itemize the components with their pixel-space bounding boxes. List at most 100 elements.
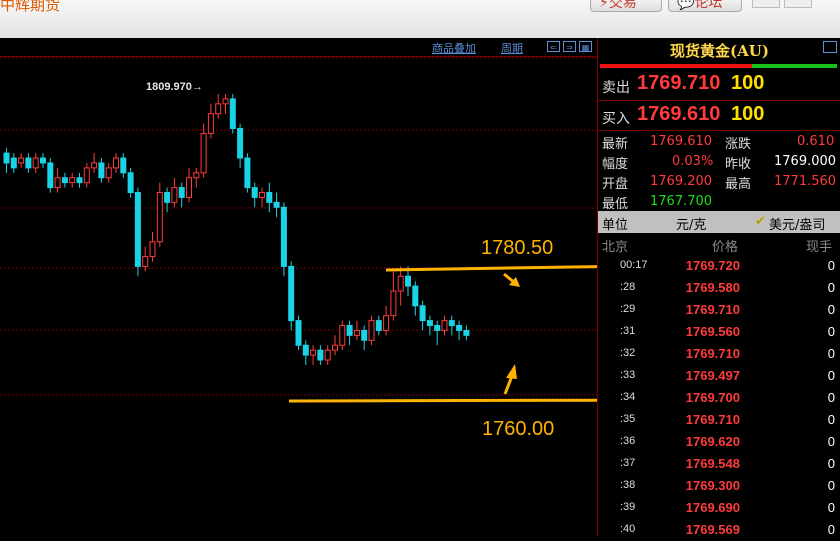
tick-row[interactable]: :33 1769.497 0: [598, 365, 840, 387]
candle-body: [142, 256, 149, 267]
app-title: 中辉期货: [0, 0, 61, 14]
lower-level-label: 1760.00: [482, 418, 554, 440]
tick-volume: 0: [827, 522, 835, 537]
tick-price: 1769.300: [685, 478, 740, 493]
tick-volume: 0: [827, 478, 835, 493]
app-topbar: 中辉期货 ⚡交易 💬论坛: [0, 0, 840, 39]
small-arrow-up: [503, 375, 514, 395]
candle-body: [302, 344, 309, 356]
tick-row[interactable]: :39 1769.690 0: [598, 497, 840, 519]
tick-price: 1769.580: [685, 280, 740, 295]
tick-time: :34: [620, 391, 636, 403]
unit-selector[interactable]: 单位 元/克 ✔ 美元/盎司: [598, 211, 840, 233]
candle-body: [375, 320, 382, 331]
candle-body: [76, 177, 83, 184]
candle-body: [448, 320, 455, 327]
check-icon[interactable]: ✔: [755, 214, 766, 229]
minimize-button[interactable]: [752, 0, 780, 8]
tick-price: 1769.700: [685, 390, 740, 405]
forum-button[interactable]: 💬论坛: [668, 0, 742, 12]
candle-body: [113, 157, 119, 169]
tick-row[interactable]: :40 1769.569 0: [598, 519, 840, 541]
scroll-left-icon[interactable]: ⇐: [547, 41, 560, 52]
candle-body: [61, 177, 68, 184]
overlay-link[interactable]: 商品叠加: [432, 40, 476, 56]
candle-body: [368, 320, 375, 341]
candle-body: [91, 162, 98, 169]
sell-quote[interactable]: 卖出 1769.710 100: [598, 71, 840, 99]
candle-body: [280, 206, 287, 267]
tick-volume: 0: [827, 346, 835, 361]
candle-body: [10, 157, 17, 169]
tick-row[interactable]: :36 1769.620 0: [598, 431, 840, 453]
tick-row[interactable]: :35 1769.710 0: [598, 409, 840, 431]
sell-price: 1769.710: [637, 72, 721, 94]
tick-row[interactable]: :28 1769.580 0: [598, 277, 840, 299]
tick-time: :38: [620, 479, 636, 491]
tick-price: 1769.548: [685, 456, 740, 471]
tick-row[interactable]: :38 1769.300 0: [598, 475, 840, 497]
candle-body: [237, 127, 244, 159]
maximize-button[interactable]: [784, 0, 812, 8]
candle-body: [164, 192, 171, 203]
candle-body: [229, 98, 236, 129]
tick-row[interactable]: :34 1769.700 0: [598, 387, 840, 409]
candle-body: [98, 162, 105, 179]
low-value: 1767.700: [650, 194, 713, 209]
candle-body: [83, 167, 90, 184]
candle-body: [244, 157, 251, 189]
latest-label: 最新: [602, 137, 629, 152]
candle-body: [332, 344, 338, 351]
tick-row[interactable]: :37 1769.548 0: [598, 453, 840, 475]
sell-label: 卖出: [602, 80, 630, 96]
buy-volume: 100: [731, 103, 765, 125]
candle-body: [149, 241, 156, 258]
scroll-right-icon[interactable]: ⇒: [563, 41, 576, 52]
candle-body: [120, 157, 127, 174]
period-link[interactable]: 周期: [501, 40, 523, 56]
tick-row[interactable]: 00:17 1769.720 0: [598, 255, 840, 277]
divider: [598, 100, 840, 101]
alt-unit-option[interactable]: 美元/盎司: [769, 214, 825, 233]
tick-row[interactable]: :31 1769.560 0: [598, 321, 840, 343]
expand-icon[interactable]: ▦: [579, 41, 592, 52]
candle-body: [390, 290, 397, 317]
candle-body: [200, 132, 207, 174]
tick-time: :37: [620, 457, 636, 469]
candle-body: [69, 177, 76, 184]
candlestick-chart[interactable]: 1809.970→ 1780.50 1760.00 商品叠加 周期 ⇐ ⇒ ▦: [0, 38, 597, 536]
candle-body: [310, 349, 317, 356]
latest-value: 1769.610: [650, 134, 713, 149]
candle-body: [156, 192, 163, 243]
candle-body: [127, 172, 134, 194]
candle-body: [288, 265, 295, 322]
trade-button[interactable]: ⚡交易: [590, 0, 662, 12]
high-value: 1771.560: [774, 174, 837, 189]
buy-price: 1769.610: [637, 103, 721, 125]
candle-body: [3, 152, 10, 164]
window-toggle-icon[interactable]: [823, 41, 837, 53]
range-value: 0.03%: [672, 154, 714, 169]
volume-header: 现手: [806, 240, 833, 255]
candle-body: [434, 325, 441, 331]
tick-volume: 0: [827, 368, 835, 383]
candle-body: [222, 98, 229, 105]
candle-body: [273, 201, 280, 208]
tick-time: :35: [620, 413, 636, 425]
candle-body: [259, 192, 265, 198]
tick-volume: 0: [827, 324, 835, 339]
tick-row[interactable]: :29 1769.710 0: [598, 299, 840, 321]
candle-body: [361, 329, 368, 341]
open-value: 1769.200: [650, 174, 713, 189]
candle-body: [40, 157, 46, 164]
candle-body: [426, 320, 433, 327]
tick-time: :33: [620, 369, 636, 381]
candle-body: [397, 275, 404, 292]
candle-body: [266, 192, 273, 203]
tick-price: 1769.710: [685, 302, 740, 317]
divider: [598, 130, 840, 131]
lower-arrow-line: [288, 398, 597, 403]
tick-row[interactable]: :32 1769.710 0: [598, 343, 840, 365]
buy-quote[interactable]: 买入 1769.610 100: [598, 102, 840, 130]
tick-volume: 0: [827, 390, 835, 405]
